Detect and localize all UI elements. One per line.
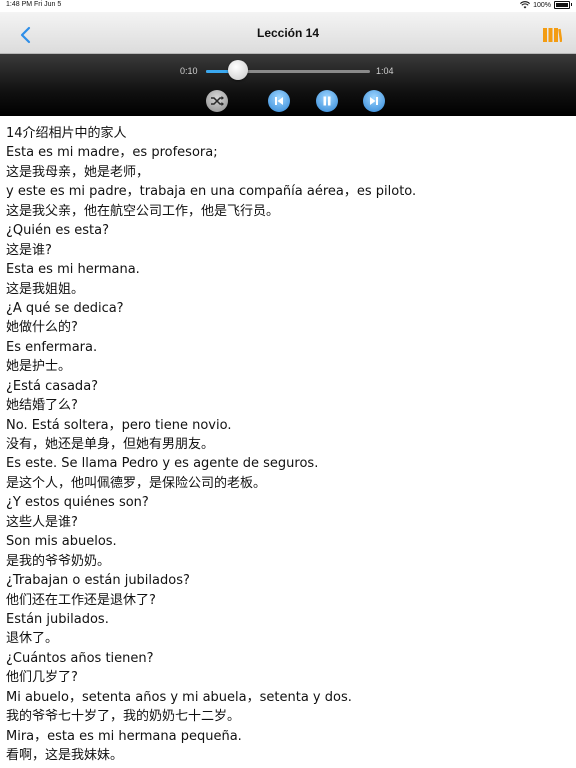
lesson-line: y este es mi padre，trabaja en una compañ…: [6, 184, 417, 200]
lesson-line: Mira，esta es mi hermana pequeña.: [6, 728, 242, 744]
library-button[interactable]: [542, 27, 563, 43]
lesson-line: ¿Quién es esta?: [6, 223, 109, 239]
battery-icon: [554, 1, 572, 9]
progress-thumb[interactable]: [228, 60, 249, 80]
lesson-line: 看啊，这是我妹妹。: [6, 748, 124, 763]
next-button[interactable]: [363, 90, 385, 112]
lesson-line: 他们还在工作还是退休了?: [6, 592, 156, 608]
lesson-line: 是我的爷爷奶奶。: [6, 553, 111, 569]
lesson-line: Es este. Se llama Pedro y es agente de s…: [6, 456, 319, 472]
shuffle-icon: [211, 96, 224, 106]
current-time: 0:10: [180, 66, 198, 76]
lesson-line: 这些人是谁?: [6, 514, 78, 530]
lesson-line: 退休了。: [6, 631, 59, 647]
skip-previous-icon: [275, 97, 283, 105]
lesson-line: Mi abuelo，setenta años y mi abuela，seten…: [6, 689, 352, 705]
lesson-line: ¿Trabajan o están jubilados?: [6, 573, 190, 589]
lesson-line: No. Está soltera，pero tiene novio.: [6, 417, 232, 433]
lesson-text: 14介绍相片中的家人 Esta es mi madre，es profesora;…: [6, 124, 570, 765]
page-title: Lección 14: [256, 26, 320, 40]
status-right: 100%: [520, 1, 572, 9]
lesson-line: Están jubilados.: [6, 611, 109, 627]
lesson-line: ¿Cuántos años tienen?: [6, 650, 154, 666]
lesson-line: 她结婚了么?: [6, 398, 78, 414]
lesson-line: 她是护士。: [6, 359, 72, 375]
lesson-line: Son mis abuelos.: [6, 534, 117, 550]
lesson-line: 他们几岁了?: [6, 670, 78, 686]
lesson-line: 这是我母亲，她是老师，: [6, 164, 150, 180]
lesson-line: 这是我姐姐。: [6, 281, 85, 297]
lesson-line: ¿A qué se dedica?: [6, 300, 124, 316]
battery-percent: 100%: [533, 1, 551, 9]
status-bar: 1:48 PM Fri Jun 5 100%: [0, 0, 576, 12]
lesson-line: ¿Está casada?: [6, 378, 99, 394]
lesson-line: 是这个人，他叫佩德罗，是保险公司的老板。: [6, 475, 267, 491]
lesson-line: 没有，她还是单身，但她有男朋友。: [6, 437, 215, 452]
previous-button[interactable]: [268, 90, 290, 112]
library-icon: [543, 28, 563, 43]
status-date: Fri Jun 5: [34, 1, 62, 8]
wifi-icon: [520, 1, 531, 9]
navigation-bar: Lección 14: [0, 12, 576, 54]
lesson-line: ¿Y estos quiénes son?: [6, 495, 149, 511]
lesson-line: Esta es mi madre，es profesora;: [6, 145, 218, 161]
lesson-line: Es enfermara.: [6, 339, 98, 355]
lesson-line: Esta es mi hermana.: [6, 262, 140, 278]
skip-next-icon: [370, 97, 378, 105]
duration-time: 1:04: [376, 66, 394, 76]
lesson-line: 她做什么的?: [6, 320, 78, 336]
shuffle-button[interactable]: [206, 90, 228, 112]
lesson-line: 我的爷爷七十岁了，我的奶奶七十二岁。: [6, 709, 241, 725]
audio-player: 0:10 1:04: [0, 54, 576, 116]
status-time: 1:48 PM: [6, 1, 33, 8]
pause-icon: [323, 96, 331, 106]
lesson-line: 14介绍相片中的家人: [6, 126, 127, 141]
pause-button[interactable]: [316, 90, 338, 112]
lesson-line: 这是谁?: [6, 242, 52, 258]
lesson-line: 这是我父亲，他在航空公司工作，他是飞行员。: [6, 203, 280, 219]
